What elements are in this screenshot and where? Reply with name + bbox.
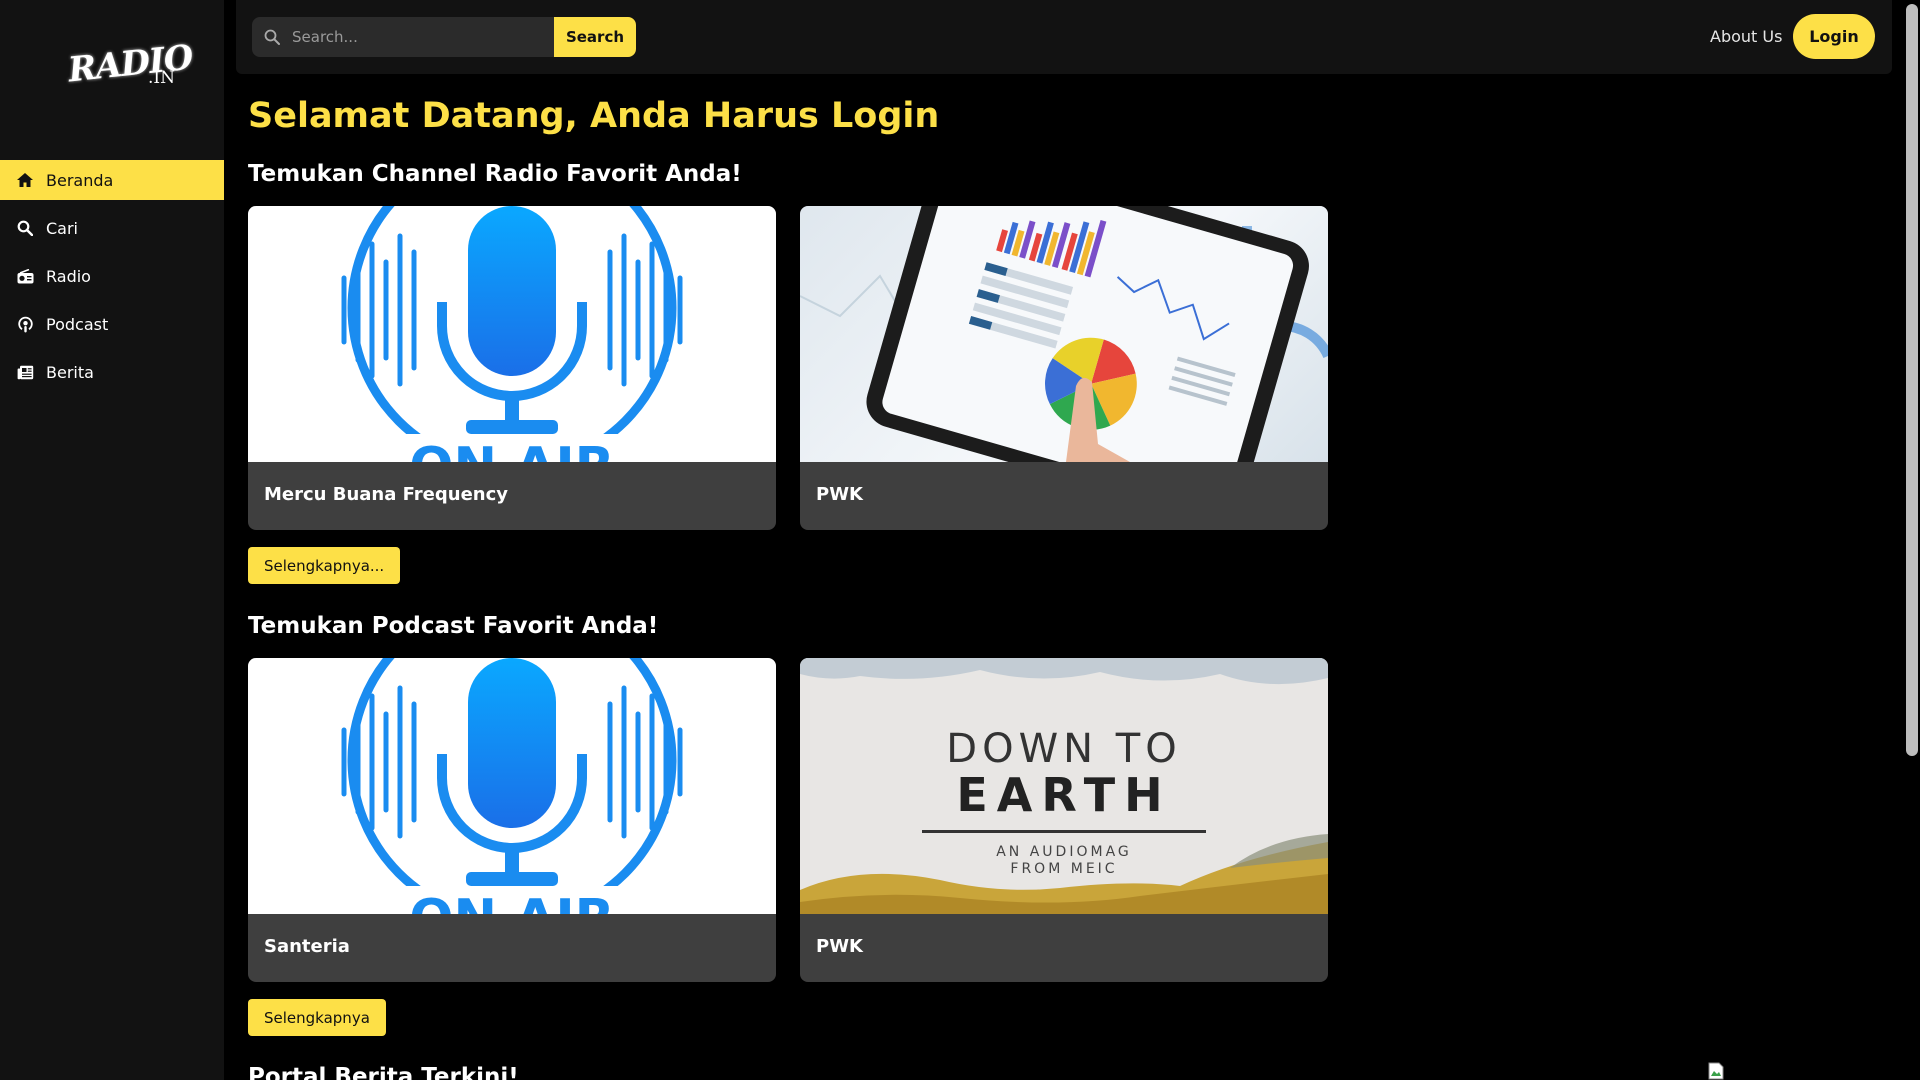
- news-section-title: Portal Berita Terkini!: [248, 1064, 519, 1080]
- sidebar-item-berita[interactable]: Berita: [0, 352, 224, 392]
- sidebar-item-label: Cari: [46, 218, 78, 238]
- svg-text:ON AIR: ON AIR: [409, 889, 614, 914]
- sidebar-item-radio[interactable]: Radio: [0, 256, 224, 296]
- sidebar-item-label: Berita: [46, 362, 94, 382]
- sidebar-item-label: Radio: [46, 266, 91, 286]
- page-scrollbar[interactable]: [1902, 0, 1920, 1080]
- sidebar-item-beranda[interactable]: Beranda: [0, 160, 224, 200]
- login-button[interactable]: Login: [1793, 14, 1875, 59]
- scrollbar-thumb[interactable]: [1906, 4, 1918, 756]
- cover-subtitle-line1: AN AUDIOMAG: [996, 844, 1132, 860]
- site-logo[interactable]: RADIO .IN: [66, 38, 194, 94]
- sidebar-nav: Beranda Cari Radio Podcast Berita: [0, 160, 224, 400]
- top-bar: Search About Us Login: [236, 0, 1892, 74]
- home-icon: [16, 171, 34, 189]
- about-us-link[interactable]: About Us: [1710, 27, 1782, 46]
- newspaper-icon: [16, 363, 34, 381]
- podcast-icon: [16, 315, 34, 333]
- card-title: Mercu Buana Frequency: [264, 484, 509, 505]
- card-title: Santeria: [264, 936, 350, 957]
- radio-more-button[interactable]: Selengkapnya...: [248, 547, 401, 584]
- card-title: PWK: [816, 936, 863, 957]
- sidebar-item-label: Podcast: [46, 314, 109, 334]
- onair-mic-image: ON AIR: [248, 206, 776, 462]
- podcast-card[interactable]: DOWN TO EARTH AN AUDIOMAG FROM MEIC PWK: [800, 658, 1328, 982]
- cover-divider: [922, 830, 1206, 833]
- cover-title-line1: DOWN TO: [946, 726, 1182, 772]
- radio-icon: [16, 267, 34, 285]
- search-input[interactable]: [292, 28, 532, 46]
- svg-text:ON AIR: ON AIR: [409, 437, 614, 462]
- broken-image-icon: [1708, 1062, 1724, 1080]
- cover-subtitle: AN AUDIOMAG FROM MEIC: [800, 844, 1328, 878]
- radio-section-title: Temukan Channel Radio Favorit Anda!: [248, 161, 742, 187]
- search-box: [252, 17, 572, 57]
- podcast-card[interactable]: ON AIR Santeria: [248, 658, 776, 982]
- podcast-section-title: Temukan Podcast Favorit Anda!: [248, 613, 659, 639]
- search-icon: [16, 219, 34, 237]
- cover-title-line2: EARTH: [956, 768, 1172, 822]
- cover-subtitle-line2: FROM MEIC: [1010, 861, 1118, 877]
- down-to-earth-cover: DOWN TO EARTH AN AUDIOMAG FROM MEIC: [800, 658, 1328, 914]
- radio-card[interactable]: PWK: [800, 206, 1328, 530]
- podcast-more-button[interactable]: Selengkapnya: [248, 999, 386, 1036]
- card-title: PWK: [816, 484, 863, 505]
- search-button[interactable]: Search: [554, 17, 636, 57]
- sidebar-item-podcast[interactable]: Podcast: [0, 304, 224, 344]
- radio-card[interactable]: ON AIR Mercu Buana Frequency: [248, 206, 776, 530]
- page-title: Selamat Datang, Anda Harus Login: [248, 96, 940, 136]
- sidebar: RADIO .IN Beranda Cari Radio Podcast Ber…: [0, 0, 224, 1080]
- sidebar-item-label: Beranda: [46, 170, 114, 190]
- search-icon: [252, 29, 292, 45]
- logo-suffix: .IN: [148, 68, 175, 88]
- sidebar-item-cari[interactable]: Cari: [0, 208, 224, 248]
- onair-mic-image: ON AIR: [248, 658, 776, 914]
- tablet-chart-image: [800, 206, 1328, 462]
- logo-text: RADIO: [66, 37, 195, 91]
